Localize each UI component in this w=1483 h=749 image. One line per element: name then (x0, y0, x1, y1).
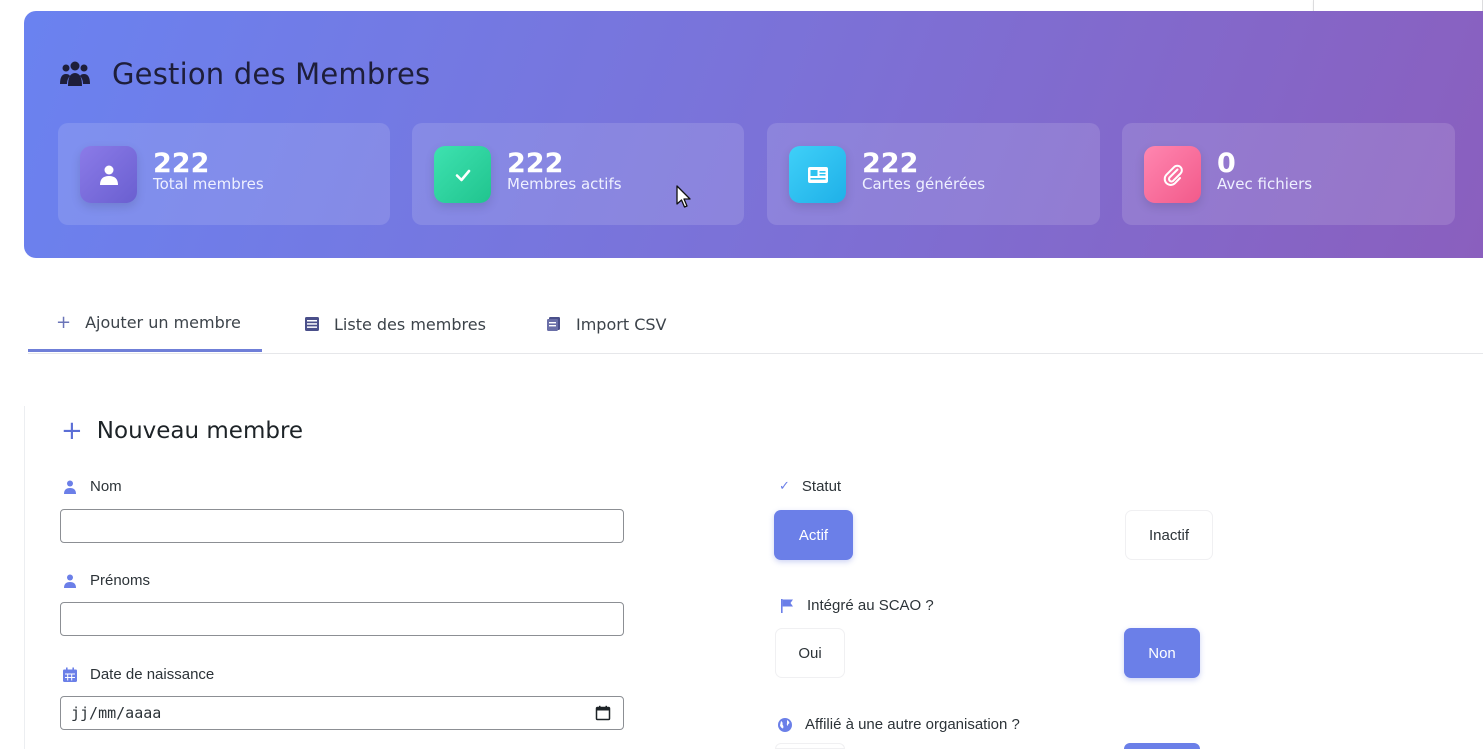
stat-label: Total membres (153, 175, 264, 193)
prenoms-input[interactable] (60, 602, 624, 636)
check-icon: ✓ (779, 479, 790, 494)
calendar-picker-icon[interactable] (595, 705, 611, 721)
button-label: Oui (798, 644, 822, 662)
label-text: Nom (90, 478, 122, 495)
stat-card-generated-cards: 222 Cartes générées (767, 123, 1100, 225)
user-icon (64, 480, 76, 494)
check-icon (455, 169, 470, 181)
tab-bar: + Ajouter un membre Liste des membres Im… (28, 296, 1483, 354)
page-title-row: Gestion des Membres (60, 57, 430, 91)
stat-icon-box (789, 146, 846, 203)
members-dashboard-header: Gestion des Membres 222 Total membres 22… (24, 11, 1483, 258)
tab-label: Liste des membres (334, 314, 486, 334)
affilie-non-button[interactable] (1124, 743, 1200, 749)
stat-card-active-members: 222 Membres actifs (412, 123, 744, 225)
new-member-form: + Nouveau membre Nom Prénoms Date de nai… (24, 406, 1483, 749)
scao-oui-button[interactable]: Oui (775, 628, 845, 678)
prenoms-label: Prénoms (62, 572, 150, 589)
label-text: Date de naissance (90, 666, 215, 683)
calendar-icon (63, 667, 77, 682)
page-title: Gestion des Membres (112, 57, 431, 91)
mouse-cursor-icon (676, 185, 691, 208)
file-import-icon (547, 317, 560, 331)
id-card-icon (807, 166, 828, 183)
integre-scao-label: Intégré au SCAO ? (779, 597, 934, 614)
affilie-label: Affilié à une autre organisation ? (777, 716, 1020, 733)
label-text: Statut (801, 478, 842, 495)
stat-card-with-files: 0 Avec fichiers (1122, 123, 1455, 225)
date-placeholder: jj/mm/aaaa (71, 704, 162, 722)
label-text: Prénoms (90, 572, 151, 589)
tab-member-list[interactable]: Liste des membres (304, 296, 486, 352)
date-naissance-label: Date de naissance (62, 666, 214, 683)
globe-icon (778, 717, 792, 732)
stat-card-total-members: 222 Total membres (58, 123, 390, 225)
paperclip-icon (1163, 164, 1183, 186)
affilie-oui-button[interactable] (775, 743, 845, 749)
list-icon (305, 317, 319, 331)
user-icon (64, 574, 76, 588)
statut-label: ✓ Statut (779, 478, 841, 495)
label-text: Intégré au SCAO ? (807, 597, 934, 614)
tab-add-member[interactable]: + Ajouter un membre (28, 296, 262, 352)
stat-icon-box (80, 146, 137, 203)
stat-label: Avec fichiers (1217, 175, 1313, 193)
tab-import-csv[interactable]: Import CSV (546, 296, 666, 352)
tab-label: Ajouter un membre (85, 313, 241, 332)
button-label: Actif (798, 526, 829, 544)
plus-icon: + (61, 416, 83, 446)
flag-icon (781, 598, 793, 613)
plus-icon: + (56, 312, 72, 333)
label-text: Affilié à une autre organisation ? (805, 716, 1020, 733)
users-group-icon (60, 61, 90, 86)
scao-non-button[interactable]: Non (1124, 628, 1200, 678)
tab-label: Import CSV (576, 314, 667, 334)
stat-icon-box (434, 146, 491, 203)
nom-input[interactable] (60, 509, 624, 543)
form-title-row: + Nouveau membre (61, 418, 303, 444)
statut-inactif-button[interactable]: Inactif (1125, 510, 1213, 560)
user-icon (99, 165, 118, 185)
statut-actif-button[interactable]: Actif (774, 510, 853, 560)
form-title: Nouveau membre (96, 418, 304, 444)
stat-label: Membres actifs (507, 175, 622, 193)
stat-label: Cartes générées (862, 175, 986, 193)
stat-icon-box (1144, 146, 1201, 203)
button-label: Non (1148, 644, 1176, 662)
nom-label: Nom (62, 478, 122, 495)
date-naissance-input[interactable]: jj/mm/aaaa (60, 696, 624, 730)
button-label: Inactif (1148, 526, 1190, 544)
